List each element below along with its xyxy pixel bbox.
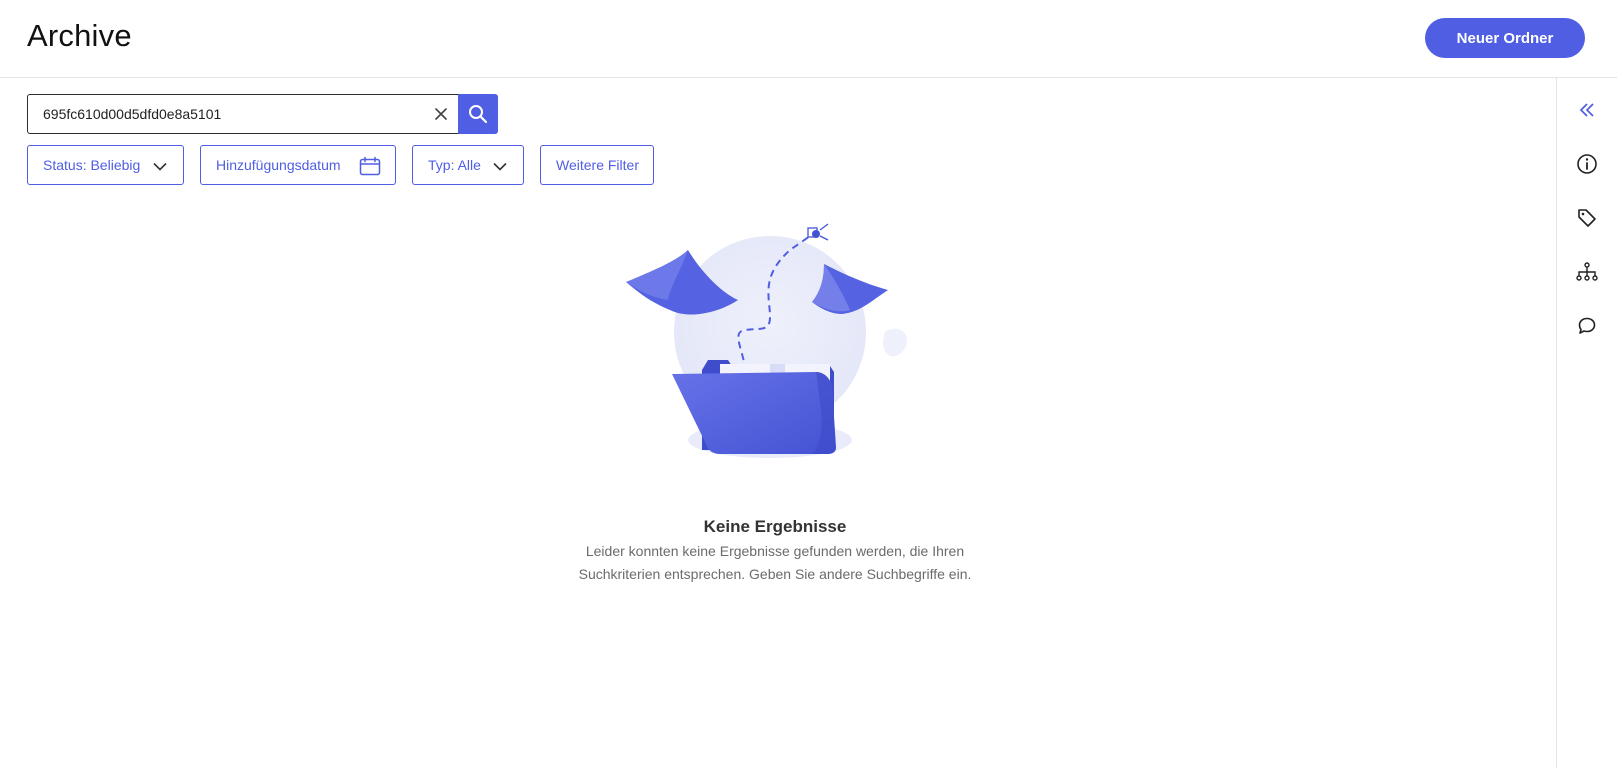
status-filter-dropdown[interactable]: Status: Beliebig bbox=[27, 145, 184, 185]
empty-state-message: Leider konnten keine Ergebnisse gefunden… bbox=[565, 540, 985, 586]
collapse-icon[interactable] bbox=[1575, 98, 1599, 122]
chevron-down-icon bbox=[491, 157, 509, 175]
type-filter-dropdown[interactable]: Typ: Alle bbox=[412, 145, 524, 185]
search-icon bbox=[469, 105, 488, 124]
clear-search-icon[interactable] bbox=[431, 104, 451, 124]
search-input[interactable] bbox=[28, 95, 398, 133]
calendar-icon bbox=[359, 156, 381, 176]
search-bar bbox=[27, 94, 498, 134]
chevron-down-icon bbox=[151, 157, 169, 175]
page-header: Archive Neuer Ordner bbox=[0, 0, 1617, 78]
empty-folder-illustration bbox=[626, 223, 907, 458]
status-filter-label: Status: Beliebig bbox=[43, 157, 141, 173]
search-button[interactable] bbox=[458, 94, 498, 134]
archive-page: Archive Neuer Ordner Status: Beliebig Hi… bbox=[0, 0, 1617, 768]
right-sidebar bbox=[1556, 78, 1617, 768]
type-filter-label: Typ: Alle bbox=[428, 157, 481, 173]
comment-icon[interactable] bbox=[1575, 314, 1599, 338]
date-added-filter[interactable]: Hinzufügungsdatum bbox=[200, 145, 396, 185]
info-icon[interactable] bbox=[1575, 152, 1599, 176]
more-filters-button[interactable]: Weitere Filter bbox=[540, 145, 654, 185]
hierarchy-icon[interactable] bbox=[1575, 260, 1599, 284]
date-filter-label: Hinzufügungsdatum bbox=[216, 157, 341, 173]
tag-icon[interactable] bbox=[1575, 206, 1599, 230]
empty-state-line: Leider konnten keine Ergebnisse gefunden… bbox=[585, 543, 965, 559]
empty-state-title: Keine Ergebnisse bbox=[703, 517, 847, 536]
bug-icon bbox=[807, 223, 829, 241]
page-title: Archive bbox=[27, 18, 132, 53]
empty-state-line: Suchkriterien entsprechen. Geben Sie and… bbox=[578, 566, 972, 582]
more-filters-label: Weitere Filter bbox=[556, 157, 639, 173]
new-folder-button[interactable]: Neuer Ordner bbox=[1425, 18, 1585, 58]
